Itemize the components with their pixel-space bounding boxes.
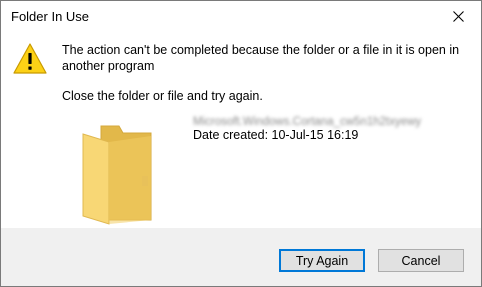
window-title: Folder In Use — [11, 9, 90, 24]
folder-in-use-dialog: Folder In Use The action can't be comple… — [0, 0, 482, 287]
close-button[interactable] — [436, 1, 481, 32]
cancel-button[interactable]: Cancel — [378, 249, 464, 272]
warning-triangle-icon — [12, 42, 48, 76]
date-created: Date created: 10-Jul-15 16:19 — [193, 128, 359, 142]
close-icon — [453, 11, 464, 22]
try-again-button[interactable]: Try Again — [279, 249, 365, 272]
error-message: The action can't be completed because th… — [62, 43, 460, 73]
dialog-body: The action can't be completed because th… — [1, 32, 481, 228]
title-bar[interactable]: Folder In Use — [1, 1, 481, 32]
file-name: Microsoft.Windows.Cortana_cw5n1h2txyewy — [193, 116, 422, 128]
folder-icon — [79, 124, 159, 226]
retry-hint: Close the folder or file and try again. — [62, 89, 263, 103]
button-bar: Try Again Cancel — [1, 228, 481, 286]
